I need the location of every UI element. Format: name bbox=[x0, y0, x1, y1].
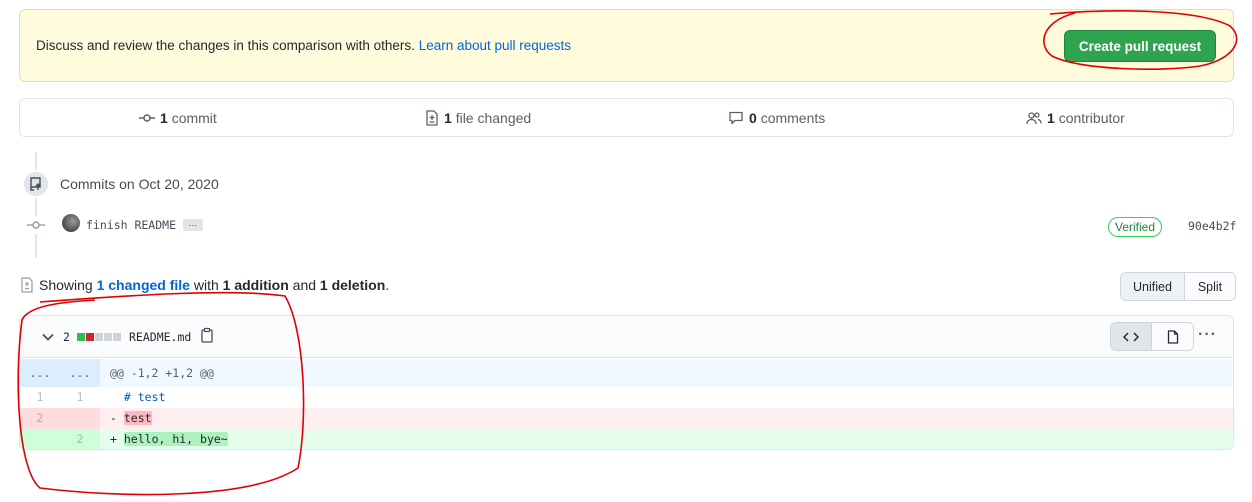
flash-message: Discuss and review the changes in this c… bbox=[36, 38, 571, 53]
diff-line-code: # test bbox=[100, 387, 1233, 408]
unified-view-button[interactable]: Unified bbox=[1121, 273, 1185, 300]
diff-summary-line: Showing 1 changed file with 1 addition a… bbox=[20, 277, 389, 293]
old-line-number[interactable] bbox=[20, 429, 60, 449]
old-line-number[interactable]: 1 bbox=[20, 387, 60, 408]
hunk-header-row: ... ... @@ -1,2 +1,2 @@ bbox=[20, 359, 1233, 387]
split-view-button[interactable]: Split bbox=[1185, 273, 1235, 300]
showing-suffix: . bbox=[385, 277, 390, 293]
file-diff-icon bbox=[426, 110, 438, 126]
diff-line-text: hello, hi, bye~ bbox=[123, 432, 228, 446]
timeline-line bbox=[35, 152, 37, 258]
file-change-count: 2 bbox=[63, 330, 70, 344]
rich-diff-button[interactable] bbox=[1152, 323, 1193, 350]
file-diff: 2 README.md ··· ... ... @@ -1,2 +1,2 @@ … bbox=[19, 315, 1234, 450]
git-commit-icon bbox=[139, 114, 155, 122]
kebab-horizontal-icon[interactable]: ··· bbox=[1198, 326, 1217, 344]
showing-with: with bbox=[193, 277, 219, 293]
commits-summary-link[interactable]: 1 commit bbox=[139, 110, 217, 126]
expand-up-button[interactable]: ... bbox=[20, 359, 60, 387]
file-header: 2 README.md ··· bbox=[20, 316, 1233, 358]
expand-commit-message-button[interactable]: … bbox=[183, 219, 203, 231]
file-icon bbox=[1167, 329, 1178, 344]
contributors-count: 1 bbox=[1047, 110, 1055, 126]
diffstat-neutral-block bbox=[104, 333, 112, 341]
chevron-down-icon[interactable] bbox=[41, 330, 55, 344]
diffstat-delete-block bbox=[86, 333, 94, 341]
file-name-link[interactable]: README.md bbox=[129, 330, 191, 344]
source-diff-button[interactable] bbox=[1111, 323, 1152, 350]
diff-line-text: test bbox=[123, 411, 152, 425]
comments-summary-link[interactable]: 0 comments bbox=[728, 110, 825, 126]
diff-line-code: + hello, hi, bye~ bbox=[100, 429, 1233, 449]
new-line-number[interactable]: 2 bbox=[60, 429, 100, 449]
diff-deletion-line: 2 - test bbox=[20, 408, 1233, 429]
new-line-number[interactable]: 1 bbox=[60, 387, 100, 408]
create-pull-request-button[interactable]: Create pull request bbox=[1064, 30, 1216, 62]
old-line-number[interactable]: 2 bbox=[20, 408, 60, 429]
deletions-count: 1 deletion bbox=[319, 277, 386, 293]
commits-timeline-badge bbox=[22, 170, 50, 198]
commit-node bbox=[27, 216, 45, 234]
comments-count: 0 bbox=[749, 110, 757, 126]
people-icon bbox=[1026, 112, 1042, 125]
diffstat bbox=[77, 333, 121, 341]
learn-pull-requests-link[interactable]: Learn about pull requests bbox=[419, 38, 571, 53]
comments-label: comments bbox=[760, 110, 826, 126]
file-diff-icon bbox=[21, 277, 33, 293]
commit-message-link[interactable]: finish README bbox=[86, 218, 176, 232]
changed-files-link[interactable]: 1 changed file bbox=[97, 277, 190, 293]
diff-line-prefix: + bbox=[110, 432, 117, 446]
files-label: file changed bbox=[455, 110, 532, 126]
git-commit-icon bbox=[27, 221, 45, 229]
diffstat-neutral-block bbox=[95, 333, 103, 341]
compare-flash-banner: Discuss and review the changes in this c… bbox=[19, 9, 1234, 82]
showing-and: and bbox=[292, 277, 317, 293]
comment-icon bbox=[729, 111, 743, 125]
commits-date-heading: Commits on Oct 20, 2020 bbox=[60, 176, 219, 192]
new-line-number[interactable] bbox=[60, 408, 100, 429]
compare-summary-bar: 1 commit 1 file changed 0 comments 1 con… bbox=[19, 98, 1234, 137]
expand-down-button[interactable]: ... bbox=[60, 359, 100, 387]
contributors-summary-link[interactable]: 1 contributor bbox=[1026, 110, 1125, 126]
diff-context-line: 1 1 # test bbox=[20, 387, 1233, 408]
diffstat-add-block bbox=[77, 333, 85, 341]
avatar[interactable] bbox=[62, 214, 80, 232]
files-count: 1 bbox=[444, 110, 452, 126]
diff-line-code: - test bbox=[100, 408, 1233, 429]
contributors-label: contributor bbox=[1058, 110, 1125, 126]
diff-addition-line: 2 + hello, hi, bye~ bbox=[20, 429, 1233, 449]
diff-line-text: # test bbox=[123, 390, 166, 404]
repo-push-icon bbox=[30, 177, 41, 191]
files-changed-summary-link[interactable]: 1 file changed bbox=[425, 110, 531, 126]
flash-message-text: Discuss and review the changes in this c… bbox=[36, 38, 419, 53]
verified-badge[interactable]: Verified bbox=[1108, 217, 1163, 237]
diff-view-toggle: Unified Split bbox=[1120, 272, 1236, 301]
diffstat-neutral-block bbox=[113, 333, 121, 341]
commit-sha-link[interactable]: 90e4b2f bbox=[1188, 219, 1236, 233]
diff-line-prefix: - bbox=[110, 411, 117, 425]
additions-count: 1 addition bbox=[222, 277, 289, 293]
file-view-toggle bbox=[1110, 322, 1194, 351]
showing-prefix: Showing bbox=[39, 277, 93, 293]
diff-line-prefix bbox=[110, 390, 117, 404]
code-icon bbox=[1123, 331, 1139, 342]
clipboard-icon[interactable] bbox=[200, 327, 214, 343]
commits-label: commit bbox=[171, 110, 217, 126]
hunk-header: @@ -1,2 +1,2 @@ bbox=[110, 366, 214, 380]
commits-count: 1 bbox=[160, 110, 168, 126]
